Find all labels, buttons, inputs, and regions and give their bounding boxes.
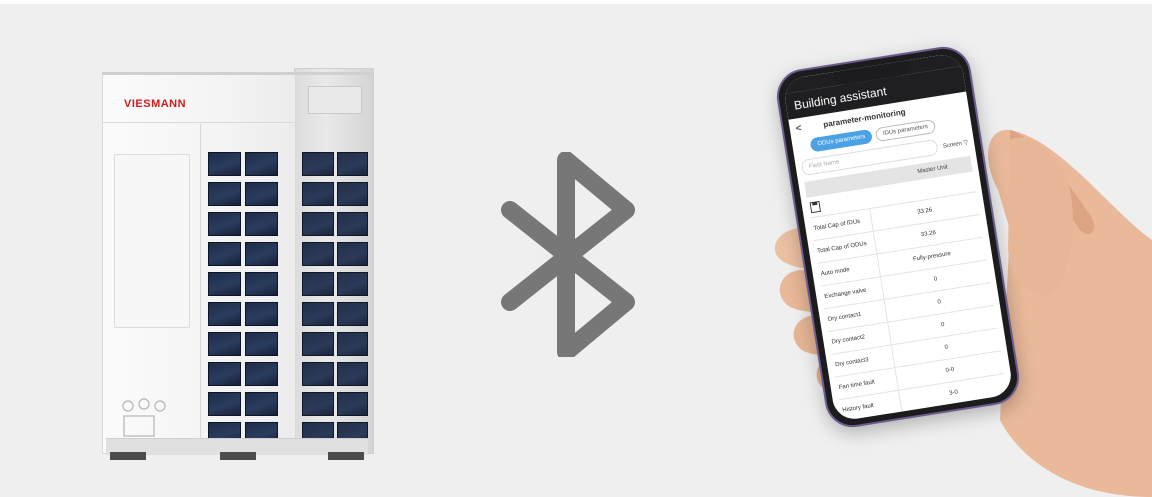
side-grille bbox=[302, 152, 368, 452]
top-border bbox=[0, 0, 1152, 4]
filter-icon: ▽ bbox=[963, 139, 969, 147]
back-arrow-icon[interactable]: < bbox=[795, 122, 802, 134]
unit-brand-logo: VIESMANN bbox=[124, 98, 187, 110]
unit-side-window bbox=[308, 86, 362, 114]
scene: VIESMANN Building assistant < parameter-… bbox=[0, 0, 1152, 497]
screen-button-label: Screen bbox=[942, 140, 963, 150]
unit-seam bbox=[200, 124, 201, 452]
unit-divider bbox=[102, 122, 294, 123]
parameter-table: Total Cap of IDUs 33.26 Total Cap of ODU… bbox=[809, 191, 1009, 422]
front-grille bbox=[208, 152, 278, 452]
bluetooth-icon bbox=[501, 152, 635, 357]
unit-pipe-connections bbox=[122, 398, 166, 437]
unit-feet bbox=[110, 452, 364, 462]
thumb bbox=[1008, 137, 1074, 296]
save-icon[interactable] bbox=[809, 200, 822, 213]
unit-top-edge bbox=[102, 72, 372, 75]
unit-service-panel bbox=[114, 154, 190, 328]
screen-filter-button[interactable]: Screen ▽ bbox=[942, 138, 969, 150]
outdoor-unit: VIESMANN bbox=[96, 68, 376, 468]
